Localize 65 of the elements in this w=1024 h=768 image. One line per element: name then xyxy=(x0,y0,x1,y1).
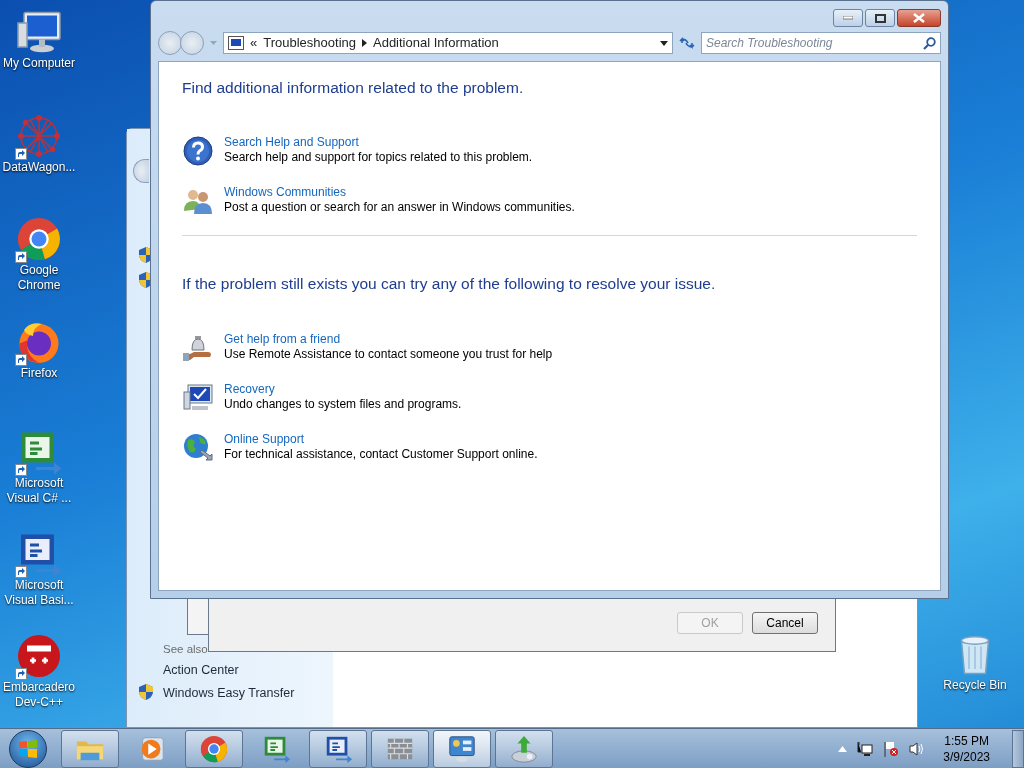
globe-icon xyxy=(182,431,214,464)
task-description: Post a question or search for an answer in Windows communities. xyxy=(224,200,575,216)
dropdown-caret-icon xyxy=(660,40,668,46)
close-icon xyxy=(913,13,925,23)
desktop-icon-label[interactable]: Microsoft Visual Basi... xyxy=(0,578,78,608)
section-label: See also xyxy=(163,642,208,657)
breadcrumb-item[interactable]: Additional Information xyxy=(373,33,499,53)
restore-icon xyxy=(874,13,886,23)
breadcrumb-item[interactable]: Troubleshooting xyxy=(263,33,356,53)
task-description: Search help and support for topics related to this problem. xyxy=(224,150,533,166)
task-link[interactable]: Search Help and Support xyxy=(224,135,533,151)
start-button[interactable] xyxy=(9,729,47,768)
taskbar-button[interactable] xyxy=(495,729,553,768)
desktop-icon-label[interactable]: DataWagon... xyxy=(0,160,78,175)
flag-icon[interactable] xyxy=(883,740,900,757)
speaker-icon[interactable] xyxy=(909,740,926,757)
breadcrumb-overflow[interactable]: « xyxy=(250,33,258,53)
show-hidden-icons-icon[interactable] xyxy=(838,745,848,752)
desktop-icon-label[interactable]: Google Chrome xyxy=(0,263,78,293)
taskbar-button[interactable] xyxy=(371,729,429,768)
search-box[interactable]: Search Troubleshooting xyxy=(701,32,941,54)
close-button[interactable] xyxy=(897,9,941,27)
task-link[interactable]: Get help from a friend xyxy=(224,331,553,347)
task-link[interactable]: Windows Communities xyxy=(224,185,575,201)
clock-date[interactable]: 3/9/2023 xyxy=(943,748,990,765)
chrome-icon xyxy=(199,733,229,764)
app-logo-icon xyxy=(15,632,63,680)
dialog-button[interactable]: Cancel xyxy=(752,612,818,634)
task-description: Undo changes to system files and programs. xyxy=(224,396,462,412)
show-desktop-button[interactable] xyxy=(1012,729,1024,768)
chrome-icon xyxy=(15,215,63,263)
chevron-right-icon xyxy=(362,39,367,47)
clock-time[interactable]: 1:55 PM xyxy=(943,732,990,749)
back-button[interactable] xyxy=(158,31,182,55)
address-bar[interactable]: « Troubleshooting Additional Information xyxy=(223,32,673,54)
task-link[interactable]: Action Center xyxy=(163,661,239,680)
section-heading: Find additional information related to the problem. xyxy=(182,78,525,98)
desktop-icon-label[interactable]: My Computer xyxy=(0,56,78,71)
refresh-icon[interactable] xyxy=(679,36,695,50)
taskbar-button[interactable] xyxy=(433,729,491,768)
forward-button[interactable] xyxy=(180,31,204,55)
task-description: For technical assistance, contact Customer Support online. xyxy=(224,446,538,462)
task-link[interactable]: Windows Easy Transfer xyxy=(163,684,295,703)
taskbar-button[interactable] xyxy=(309,729,367,768)
dropdown-caret-icon xyxy=(210,41,217,45)
network-icon xyxy=(15,112,63,160)
minimize-icon xyxy=(843,16,853,20)
taskbar-button[interactable] xyxy=(185,729,243,768)
desktop-icon-label[interactable]: Microsoft Visual C# ... xyxy=(0,476,78,506)
network-icon[interactable] xyxy=(857,740,874,757)
control-panel-icon xyxy=(228,36,244,50)
disc-arrow-icon xyxy=(509,733,539,764)
section-heading: If the problem still exists you can try any of the following to resolve your issue. xyxy=(182,274,717,295)
desktop-icon-label[interactable]: Firefox xyxy=(0,366,78,381)
task-link[interactable]: Recovery xyxy=(224,381,462,397)
control-panel-icon xyxy=(447,733,477,764)
windows-logo-icon xyxy=(18,738,38,759)
taskbar-button[interactable] xyxy=(61,729,119,768)
task-link[interactable]: Online Support xyxy=(224,431,538,447)
search-icon[interactable] xyxy=(923,36,936,50)
maximize-button[interactable] xyxy=(865,9,895,27)
task-description: Use Remote Assistance to contact someone you trust for help xyxy=(224,346,553,362)
help-icon xyxy=(182,135,214,168)
desktop-icon-label[interactable]: Embarcadero Dev-C++ xyxy=(0,680,78,710)
desktop-icon-label[interactable]: Recycle Bin xyxy=(943,678,1007,693)
